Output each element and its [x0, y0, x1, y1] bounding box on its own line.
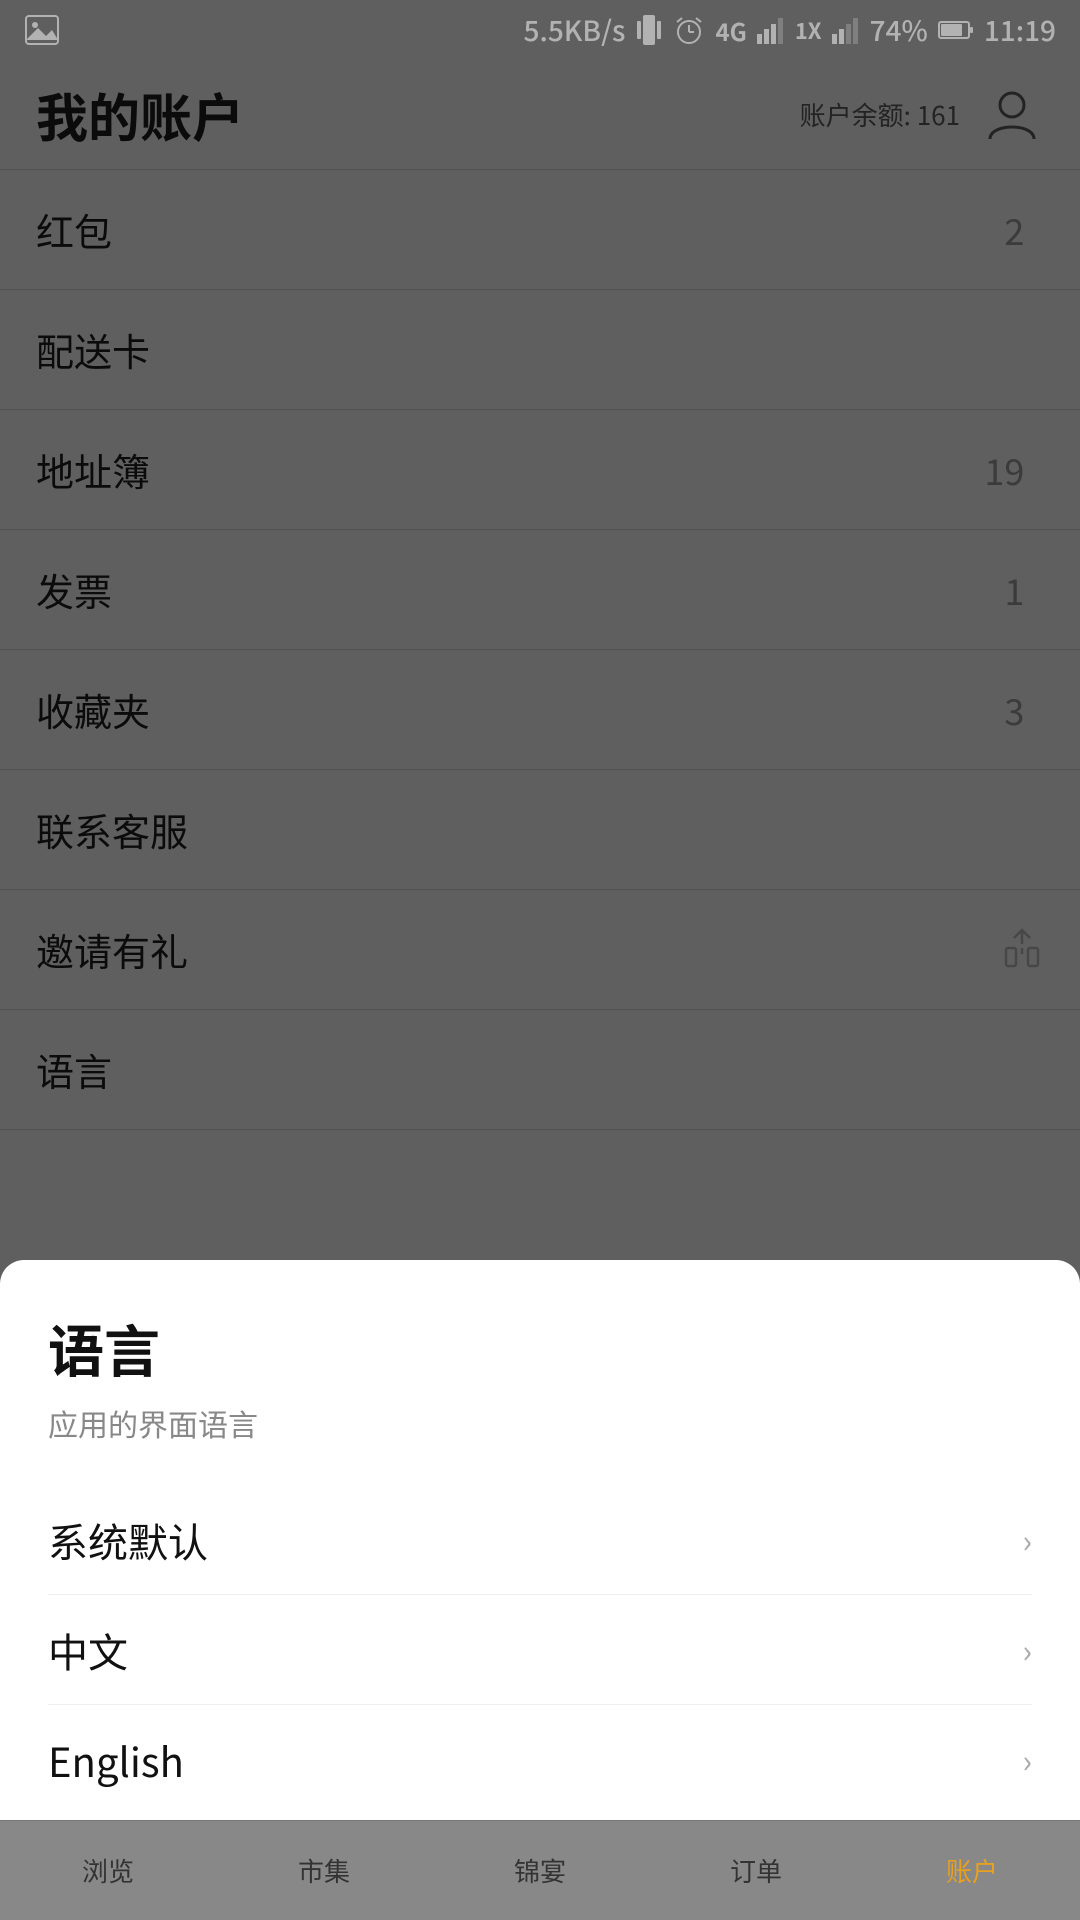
dialog-item-system-default[interactable]: 系统默认 ›	[48, 1485, 1032, 1595]
nav-jinyan[interactable]: 锦宴	[432, 1852, 648, 1889]
nav-browse[interactable]: 浏览	[0, 1852, 216, 1889]
nav-label-account: 账户	[946, 1852, 998, 1889]
dialog-label-english: English	[48, 1731, 184, 1789]
dialog-label-system-default: 系统默认	[48, 1511, 208, 1569]
dialog-overlay[interactable]: 语言 应用的界面语言 系统默认 › 中文 › English ›	[0, 0, 1080, 1920]
dialog-chevron-system-default: ›	[1022, 1517, 1032, 1563]
nav-label-orders: 订单	[730, 1852, 782, 1889]
nav-market[interactable]: 市集	[216, 1852, 432, 1889]
dialog-label-chinese: 中文	[48, 1621, 128, 1679]
dialog-chevron-chinese: ›	[1022, 1627, 1032, 1673]
dialog-subtitle: 应用的界面语言	[48, 1401, 1032, 1445]
nav-label-market: 市集	[298, 1852, 350, 1889]
nav-label-jinyan: 锦宴	[514, 1852, 566, 1889]
dialog-title: 语言	[48, 1308, 1032, 1389]
dialog-item-english[interactable]: English ›	[48, 1705, 1032, 1815]
nav-label-browse: 浏览	[82, 1852, 134, 1889]
dialog-chevron-english: ›	[1022, 1737, 1032, 1783]
nav-orders[interactable]: 订单	[648, 1852, 864, 1889]
dialog-item-chinese[interactable]: 中文 ›	[48, 1595, 1032, 1705]
nav-account[interactable]: 账户	[864, 1852, 1080, 1889]
bottom-nav: 浏览 市集 锦宴 订单 账户	[0, 1820, 1080, 1920]
